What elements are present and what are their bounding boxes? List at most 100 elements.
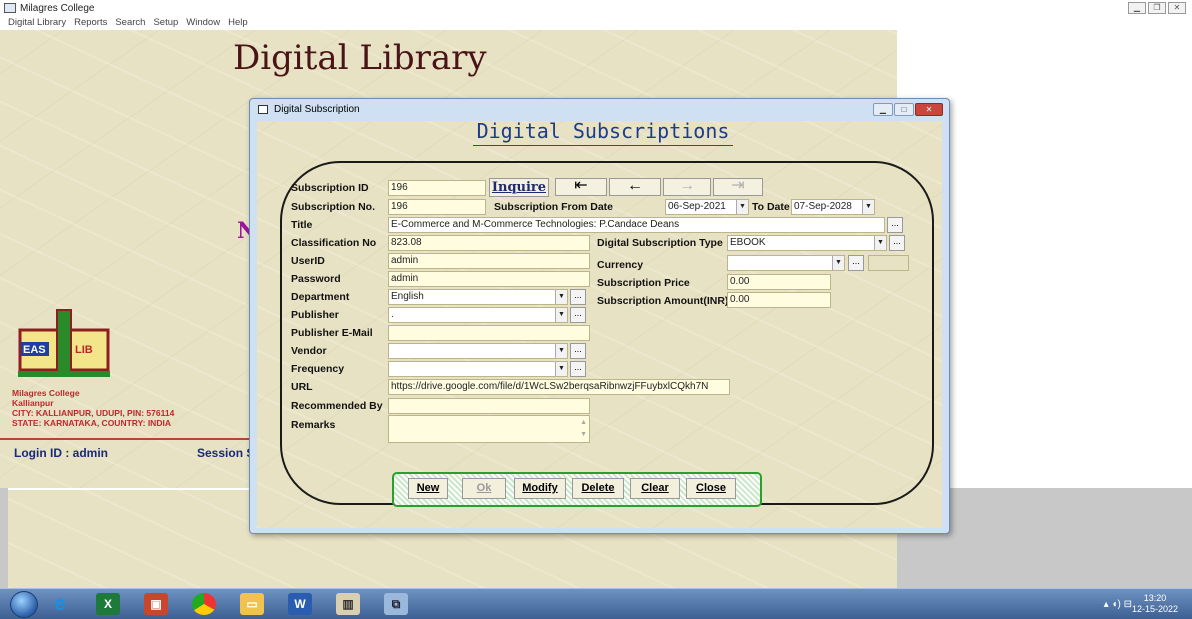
close-icon[interactable]: ✕ bbox=[1168, 2, 1186, 14]
dialog-body: Digital Subscriptions Subscription ID 19… bbox=[257, 119, 942, 528]
department-label: Department bbox=[291, 291, 350, 303]
ds-type-select[interactable]: EBOOK ▼ bbox=[727, 235, 887, 251]
recommended-by-label: Recommended By bbox=[291, 400, 383, 412]
chevron-down-icon[interactable]: ▼ bbox=[862, 200, 874, 214]
publisher-select[interactable]: . ▼ bbox=[388, 307, 568, 323]
clock[interactable]: 13:20 12-15-2022 bbox=[1132, 593, 1178, 615]
subscription-id-field[interactable]: 196 bbox=[388, 180, 486, 196]
inquire-button[interactable]: Inquire bbox=[489, 178, 549, 197]
frequency-lookup-button[interactable]: ... bbox=[570, 361, 586, 377]
menu-search[interactable]: Search bbox=[115, 16, 145, 30]
chevron-down-icon[interactable]: ▼ bbox=[874, 236, 886, 250]
ds-type-lookup-button[interactable]: ... bbox=[889, 235, 905, 251]
digital-subscription-dialog: Digital Subscription ▁ □ ✕ Digital Subsc… bbox=[249, 98, 950, 534]
department-lookup-button[interactable]: ... bbox=[570, 289, 586, 305]
presentation-icon[interactable]: ▣ bbox=[144, 593, 168, 615]
menu-bar: Digital Library Reports Search Setup Win… bbox=[0, 16, 1192, 30]
subscription-no-label: Subscription No. bbox=[291, 201, 375, 213]
scroll-down-icon[interactable]: ▼ bbox=[580, 428, 587, 442]
menu-window[interactable]: Window bbox=[186, 16, 220, 30]
menu-digital-library[interactable]: Digital Library bbox=[8, 16, 66, 30]
remarks-textarea[interactable]: ▲ ▼ bbox=[388, 415, 590, 443]
chevron-down-icon[interactable]: ▼ bbox=[736, 200, 748, 214]
internet-explorer-icon[interactable]: e bbox=[48, 593, 72, 615]
subscription-no-field[interactable]: 196 bbox=[388, 199, 486, 215]
next-record-button[interactable]: → bbox=[663, 178, 711, 196]
menu-help[interactable]: Help bbox=[228, 16, 248, 30]
close-button[interactable]: Close bbox=[686, 478, 736, 499]
frequency-label: Frequency bbox=[291, 363, 345, 375]
ok-button[interactable]: Ok bbox=[462, 478, 506, 499]
recommended-by-field[interactable] bbox=[388, 398, 590, 414]
price-label: Subscription Price bbox=[597, 277, 690, 289]
chevron-down-icon[interactable]: ▼ bbox=[832, 256, 844, 270]
currency-extra-field[interactable] bbox=[868, 255, 909, 271]
amount-field[interactable]: 0.00 bbox=[727, 292, 831, 308]
vendor-label: Vendor bbox=[291, 345, 327, 357]
new-button[interactable]: New bbox=[408, 478, 448, 499]
classification-field[interactable]: 823.08 bbox=[388, 235, 590, 251]
department-value: English bbox=[391, 291, 424, 302]
subscription-id-label: Subscription ID bbox=[291, 182, 369, 194]
publisher-email-field[interactable] bbox=[388, 325, 590, 341]
start-button[interactable] bbox=[10, 591, 38, 618]
system-tray[interactable]: ▴ ◖) ⊟ bbox=[1104, 599, 1132, 610]
currency-select[interactable]: ▼ bbox=[727, 255, 845, 271]
currency-label: Currency bbox=[597, 259, 644, 271]
minimize-icon[interactable]: ▁ bbox=[1128, 2, 1146, 14]
svg-text:EAS: EAS bbox=[23, 344, 46, 356]
url-field[interactable]: https://drive.google.com/file/d/1WcLSw2b… bbox=[388, 379, 730, 395]
publisher-email-label: Publisher E-Mail bbox=[291, 327, 373, 339]
taskbar: e X ▣ ▭ W ▥ ⧉ ▴ ◖) ⊟ 13:20 12-15-2022 bbox=[0, 588, 1192, 619]
chevron-down-icon[interactable]: ▼ bbox=[555, 308, 567, 322]
publisher-lookup-button[interactable]: ... bbox=[570, 307, 586, 323]
college-place: Kallianpur bbox=[12, 398, 54, 408]
userid-field[interactable]: admin bbox=[388, 253, 590, 269]
chevron-down-icon[interactable]: ▼ bbox=[555, 344, 567, 358]
window-icon bbox=[258, 105, 268, 114]
currency-lookup-button[interactable]: ... bbox=[848, 255, 864, 271]
password-label: Password bbox=[291, 273, 341, 285]
action-button-bar: New Ok Modify Delete Clear Close bbox=[392, 472, 762, 507]
folder-icon[interactable]: ▭ bbox=[240, 593, 264, 615]
frequency-select[interactable]: ▼ bbox=[388, 361, 568, 377]
word-icon[interactable]: W bbox=[288, 593, 312, 615]
previous-record-button[interactable]: ← bbox=[609, 178, 661, 196]
excel-icon[interactable]: X bbox=[96, 593, 120, 615]
last-record-button[interactable]: ⇥ bbox=[713, 178, 763, 196]
department-select[interactable]: English ▼ bbox=[388, 289, 568, 305]
menu-reports[interactable]: Reports bbox=[74, 16, 107, 30]
dialog-maximize-icon[interactable]: □ bbox=[894, 103, 914, 116]
clock-date: 12-15-2022 bbox=[1131, 604, 1178, 614]
menu-setup[interactable]: Setup bbox=[153, 16, 178, 30]
window-controls: ▁ ❐ ✕ bbox=[1128, 2, 1186, 14]
dialog-window-controls: ▁ □ ✕ bbox=[873, 103, 943, 116]
from-date-value: 06-Sep-2021 bbox=[668, 201, 726, 212]
from-date-label: Subscription From Date bbox=[494, 201, 614, 213]
first-record-button[interactable]: ⇤ bbox=[555, 178, 607, 196]
chevron-down-icon[interactable]: ▼ bbox=[555, 362, 567, 376]
divider bbox=[0, 438, 250, 440]
title-field[interactable]: E-Commerce and M-Commerce Technologies: … bbox=[388, 217, 885, 233]
restore-icon[interactable]: ❐ bbox=[1148, 2, 1166, 14]
dialog-close-icon[interactable]: ✕ bbox=[915, 103, 943, 116]
from-date-picker[interactable]: 06-Sep-2021 ▼ bbox=[665, 199, 749, 215]
vendor-lookup-button[interactable]: ... bbox=[570, 343, 586, 359]
price-field[interactable]: 0.00 bbox=[727, 274, 831, 290]
modify-button[interactable]: Modify bbox=[514, 478, 566, 499]
chrome-icon[interactable] bbox=[192, 593, 216, 615]
easylib-taskbar-icon[interactable]: ⧉ bbox=[384, 593, 408, 615]
chevron-down-icon[interactable]: ▼ bbox=[555, 290, 567, 304]
vendor-select[interactable]: ▼ bbox=[388, 343, 568, 359]
app-titlebar: Milagres College ▁ ❐ ✕ bbox=[0, 0, 1192, 16]
remarks-label: Remarks bbox=[291, 419, 336, 431]
book-icon[interactable]: ▥ bbox=[336, 593, 360, 615]
to-date-picker[interactable]: 07-Sep-2028 ▼ bbox=[791, 199, 875, 215]
dialog-minimize-icon[interactable]: ▁ bbox=[873, 103, 893, 116]
dialog-titlebar[interactable]: Digital Subscription ▁ □ ✕ bbox=[250, 99, 949, 121]
clear-button[interactable]: Clear bbox=[630, 478, 680, 499]
delete-button[interactable]: Delete bbox=[572, 478, 624, 499]
ds-type-label: Digital Subscription Type bbox=[597, 237, 723, 249]
password-field[interactable]: admin bbox=[388, 271, 590, 287]
title-lookup-button[interactable]: ... bbox=[887, 217, 903, 233]
